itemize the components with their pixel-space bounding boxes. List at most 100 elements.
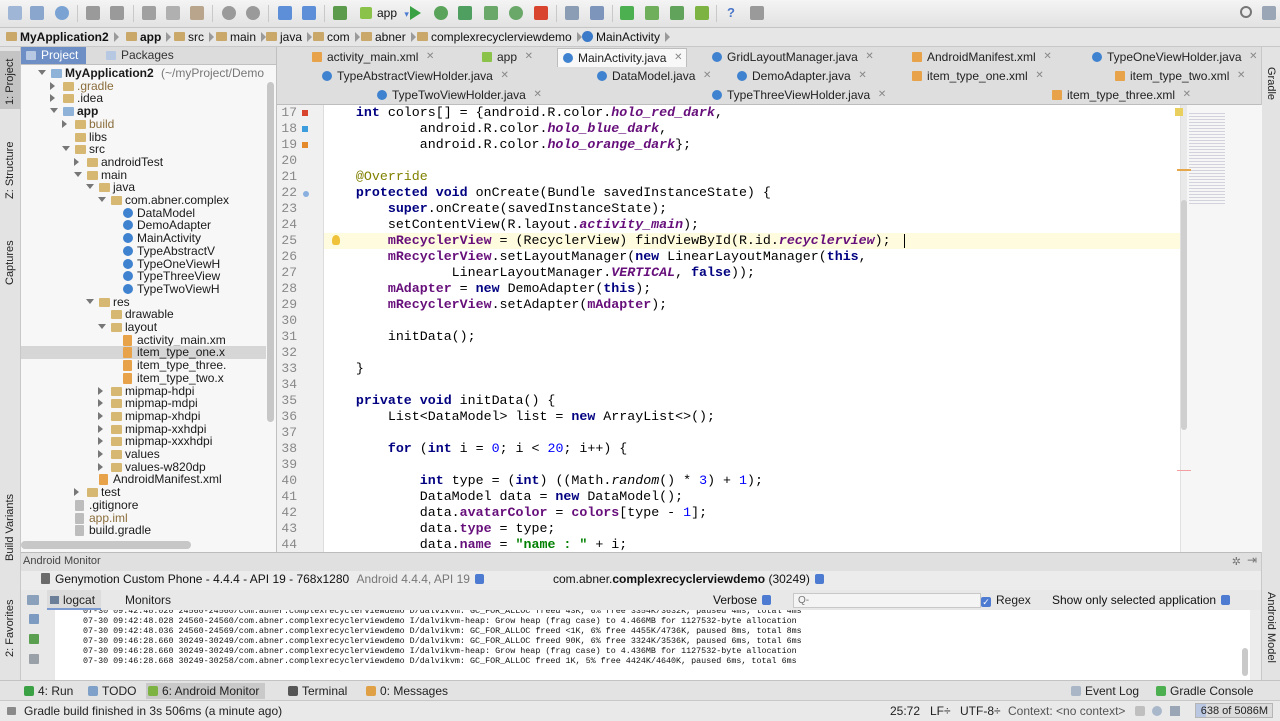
code-minimap[interactable]: [1175, 105, 1262, 552]
tree-item[interactable]: mipmap-xhdpi: [21, 409, 266, 423]
close-icon[interactable]: ✕: [1183, 86, 1191, 104]
tree-item[interactable]: AndroidManifest.xml: [21, 473, 266, 486]
breadcrumb-item-abner[interactable]: abner: [359, 29, 416, 45]
chevron-right-icon[interactable]: [98, 462, 103, 471]
close-icon[interactable]: ✕: [703, 67, 711, 85]
run-tool-button[interactable]: 4: Run: [22, 683, 73, 699]
open-icon[interactable]: [8, 6, 22, 20]
line-separator-selector[interactable]: LF÷: [930, 703, 951, 719]
forward-icon[interactable]: [302, 6, 316, 20]
help-icon[interactable]: ?: [724, 6, 738, 20]
run-configuration-selector[interactable]: app ▾: [355, 4, 415, 22]
capture-icon[interactable]: [27, 595, 39, 605]
editor-tab[interactable]: DemoAdapter.java ✕: [732, 67, 867, 85]
chevron-right-icon[interactable]: [62, 119, 67, 128]
undo-icon[interactable]: [86, 6, 100, 20]
logcat-scrollbar[interactable]: [1242, 648, 1248, 676]
breadcrumb-item-src[interactable]: src: [172, 29, 214, 45]
log-level-selector[interactable]: Verbose: [713, 593, 772, 608]
tree-item[interactable]: libs: [21, 130, 266, 144]
favorites-tool-button[interactable]: 2: Favorites: [4, 600, 16, 657]
make-project-icon[interactable]: [333, 6, 347, 20]
build-variants-tool-button[interactable]: Build Variants: [4, 494, 16, 561]
chevron-down-icon[interactable]: [98, 324, 106, 329]
chevron-down-icon[interactable]: [86, 184, 94, 190]
editor-tab[interactable]: TypeAbstractViewHolder.java ✕: [317, 67, 509, 85]
close-icon[interactable]: ✕: [865, 48, 873, 66]
settings-gear-icon[interactable]: ✲: [1232, 555, 1241, 568]
terminal-tool-button[interactable]: Terminal: [286, 683, 347, 699]
device-selector[interactable]: Genymotion Custom Phone - 4.4.4 - API 19…: [41, 572, 484, 587]
gradle-sync-icon[interactable]: [620, 6, 634, 20]
debug-icon[interactable]: [434, 6, 448, 20]
run-icon[interactable]: [410, 6, 421, 20]
logcat-output[interactable]: 07-30 09:42:48.020 24560-24560/com.abner…: [55, 610, 1250, 680]
apply-changes-icon[interactable]: [509, 6, 523, 20]
captures-tool-button[interactable]: Captures: [4, 240, 16, 285]
chevron-right-icon[interactable]: [98, 411, 103, 420]
editor-tab[interactable]: GridLayoutManager.java ✕: [707, 48, 874, 66]
android-device-monitor-icon[interactable]: [695, 6, 709, 20]
project-tree-vertical-scrollbar[interactable]: [267, 82, 274, 422]
memory-indicator[interactable]: 638 of 5086M: [1195, 703, 1273, 718]
close-icon[interactable]: ✕: [1035, 67, 1043, 85]
tree-item[interactable]: .gitignore: [21, 498, 266, 512]
find-icon[interactable]: [222, 6, 236, 20]
chevron-right-icon[interactable]: [98, 399, 103, 408]
override-method-icon[interactable]: [303, 191, 309, 197]
process-selector[interactable]: com.abner.complexrecyclerviewdemo (30249…: [553, 572, 824, 587]
status-message[interactable]: Gradle build finished in 3s 506ms (a min…: [24, 703, 282, 719]
tree-item[interactable]: test: [21, 486, 266, 499]
gradle-tool-button[interactable]: Gradle: [1265, 67, 1277, 100]
hide-panel-icon[interactable]: ⇥: [1247, 553, 1257, 567]
lightbulb-icon[interactable]: [332, 235, 340, 245]
structure-tool-button[interactable]: Z: Structure: [4, 142, 16, 199]
tree-item[interactable]: build.gradle: [21, 524, 266, 537]
tree-item[interactable]: item_type_two.x: [21, 371, 266, 385]
chevron-right-icon[interactable]: [74, 157, 79, 166]
messages-tool-button[interactable]: 0: Messages: [364, 683, 448, 699]
tree-item[interactable]: .idea: [21, 92, 266, 105]
breadcrumb-item-project[interactable]: MyApplication2: [4, 29, 119, 45]
close-icon[interactable]: ✕: [1249, 48, 1257, 66]
event-log-tool-button[interactable]: Event Log: [1069, 683, 1139, 699]
stop-icon[interactable]: [534, 6, 548, 20]
breadcrumb-item-main[interactable]: main: [214, 29, 267, 45]
android-monitor-tool-button[interactable]: 6: Android Monitor: [146, 683, 266, 699]
tree-item[interactable]: build: [21, 117, 266, 131]
close-icon[interactable]: ✕: [858, 67, 866, 85]
event-icon[interactable]: [1170, 706, 1180, 716]
avd-manager-icon[interactable]: [645, 6, 659, 20]
chevron-right-icon[interactable]: [50, 94, 55, 103]
inspector-icon[interactable]: [1152, 706, 1162, 716]
redo-icon[interactable]: [110, 6, 124, 20]
chevron-down-icon[interactable]: [50, 108, 58, 114]
search-everywhere-icon[interactable]: [1240, 6, 1252, 18]
attach-debugger-icon[interactable]: [458, 6, 472, 20]
paste-icon[interactable]: [190, 6, 204, 20]
tab-logcat[interactable]: logcat: [47, 590, 102, 610]
breadcrumb-item-mainactivity[interactable]: MainActivity: [580, 29, 671, 45]
tab-packages[interactable]: Packages: [101, 47, 182, 64]
chevron-right-icon[interactable]: [98, 450, 103, 458]
project-tree-horizontal-scrollbar[interactable]: [21, 541, 191, 549]
tree-item[interactable]: MyApplication2 (~/myProject/Demo: [21, 67, 266, 80]
regex-toggle[interactable]: ✓ Regex: [981, 593, 1031, 608]
tree-item[interactable]: TypeTwoViewH: [21, 282, 266, 296]
log-filter-selector[interactable]: Show only selected application: [1052, 593, 1231, 608]
gradle-console-tool-button[interactable]: Gradle Console: [1154, 683, 1253, 699]
tree-item[interactable]: app: [21, 105, 266, 118]
todo-tool-button[interactable]: TODO: [86, 683, 136, 699]
chevron-right-icon[interactable]: [98, 437, 103, 446]
lock-icon[interactable]: [1135, 706, 1145, 716]
editor-tab[interactable]: item_type_one.xml ✕: [907, 67, 1044, 85]
copy-icon[interactable]: [166, 6, 180, 20]
tree-item[interactable]: androidTest: [21, 155, 266, 169]
status-panel-toggle-icon[interactable]: [7, 707, 16, 715]
editor-tab[interactable]: item_type_three.xml ✕: [1047, 86, 1191, 104]
log-search-input[interactable]: [793, 593, 981, 608]
project-tool-button[interactable]: 1: Project: [4, 59, 16, 105]
close-icon[interactable]: ✕: [1237, 67, 1245, 85]
editor-tab[interactable]: AndroidManifest.xml ✕: [907, 48, 1052, 66]
code-editor[interactable]: int colors[] = {android.R.color.holo_red…: [324, 105, 1180, 552]
